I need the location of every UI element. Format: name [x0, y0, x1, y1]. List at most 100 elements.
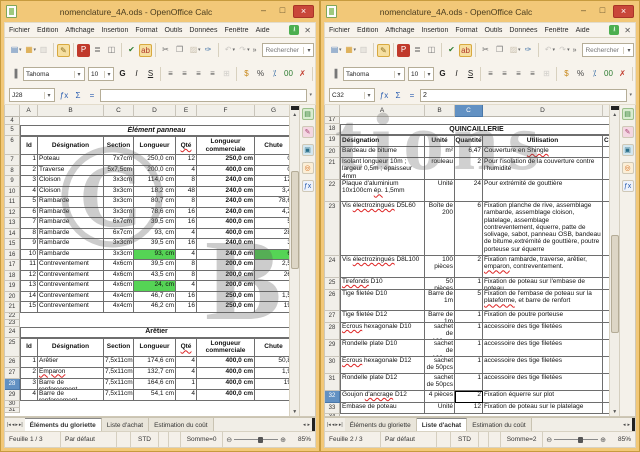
cell[interactable]: rouleau [425, 158, 455, 180]
cell[interactable]: 240,0 cm [197, 197, 255, 208]
zoom-out-icon[interactable]: ⊖ [546, 436, 552, 444]
cut-button[interactable]: ✂ [479, 44, 492, 57]
sheet-tab-1[interactable]: Éléments du gloriette [345, 418, 417, 431]
cell[interactable]: 5 [20, 197, 38, 208]
expand-formula-bar-icon[interactable]: ▾ [309, 92, 312, 98]
sum-icon[interactable]: Σ [72, 91, 84, 100]
menu-item-format[interactable]: Format [135, 27, 157, 34]
cell[interactable]: 50 pièces [425, 278, 455, 290]
cell[interactable]: 3x3cm [104, 197, 134, 208]
cell[interactable]: Fixation planche de rive, assemblage ram… [483, 202, 603, 256]
chevron-down-icon[interactable]: ▾ [74, 71, 83, 78]
cell[interactable]: 400,0 cm [197, 379, 255, 390]
row-header-5[interactable]: 5 [5, 125, 20, 136]
cell[interactable]: 1 [455, 278, 483, 290]
bold-button[interactable]: G [116, 68, 129, 81]
row-header-6[interactable]: 6 [5, 136, 20, 155]
row-header-31[interactable]: 31 [5, 408, 20, 413]
cell[interactable]: Fixation de poteau sur le platelage [483, 403, 603, 414]
sidebar-toggle-icon[interactable]: ▐ [8, 68, 21, 81]
cut-button[interactable]: ✂ [159, 44, 172, 57]
row-header-26[interactable]: 26 [325, 290, 340, 311]
cell[interactable]: 250,0 cm [197, 302, 255, 313]
scroll-right-icon[interactable]: ▸ [627, 422, 630, 428]
chevron-down-icon[interactable]: ▾ [339, 47, 342, 53]
cell-reference-input[interactable] [10, 92, 44, 99]
search-box[interactable]: ▾ [582, 43, 634, 57]
row-header-28[interactable]: 28 [5, 379, 20, 390]
cell[interactable]: 4x6cm [104, 271, 134, 282]
scrollbar-thumb[interactable] [291, 171, 299, 269]
cell[interactable]: Désignation [38, 136, 104, 155]
cell[interactable]: 24 [455, 180, 483, 202]
column-header-E[interactable]: E [176, 105, 197, 117]
font-name-combobox[interactable]: ▾ [23, 67, 85, 81]
cell[interactable]: Vis électrozingués D8L100 [340, 256, 425, 278]
menu-item-fentre[interactable]: Fenêtre [544, 27, 568, 34]
cell[interactable]: Embase de poteau [340, 403, 425, 414]
scroll-up-icon[interactable]: ▲ [292, 111, 297, 119]
menu-item-fichier[interactable]: Fichier [329, 27, 350, 34]
cell[interactable]: Traverse [38, 166, 104, 177]
cell[interactable]: 80,7 cm [134, 197, 176, 208]
cell[interactable]: 16 [176, 208, 197, 219]
styles-icon[interactable]: ✎ [622, 126, 634, 138]
chevron-down-icon[interactable]: ▾ [303, 47, 313, 54]
cell[interactable]: 3 [20, 176, 38, 187]
edit-mode-button[interactable]: ✎ [57, 44, 70, 57]
cell[interactable]: 7,5x11cm [104, 390, 134, 401]
page-preview-button[interactable]: ◫ [105, 44, 118, 57]
cell[interactable]: 2,5 [255, 260, 289, 271]
cell[interactable]: 50,8 [255, 357, 289, 368]
number-percent-button[interactable]: % [574, 68, 587, 81]
cell[interactable]: 4 [176, 357, 197, 368]
row-header-26[interactable]: 26 [5, 357, 20, 368]
cell[interactable]: Vis électrozingués D5L60 [340, 202, 425, 256]
menu-item-outils[interactable]: Outils [165, 27, 183, 34]
chevron-down-icon[interactable]: ▾ [44, 92, 53, 99]
row-header-17[interactable]: 17 [325, 117, 340, 124]
align-center-button[interactable]: ≡ [178, 68, 191, 81]
zoom-thumb[interactable] [258, 437, 263, 443]
cell[interactable]: 12 [455, 403, 483, 414]
chevron-down-icon[interactable]: ▾ [394, 71, 403, 78]
cell[interactable]: Unité [425, 403, 455, 414]
navigator-icon[interactable]: ◎ [622, 162, 634, 174]
cell[interactable]: Barre de renforcement [38, 379, 104, 390]
cell-reference-box[interactable]: ▾ [329, 88, 375, 102]
menu-item-donnes[interactable]: Données [509, 27, 537, 34]
align-justify-button[interactable]: ≡ [206, 68, 219, 81]
row-header-9[interactable]: 9 [5, 176, 20, 187]
equals-icon[interactable]: = [86, 91, 98, 100]
cell[interactable]: 46,7 cm [134, 292, 176, 303]
undo-button[interactable]: ↶ [542, 44, 555, 57]
cell[interactable]: 16 [176, 239, 197, 250]
cell[interactable]: 39,5 cm [134, 239, 176, 250]
spelling-button[interactable]: ✔ [445, 44, 458, 57]
menu-item-donnes[interactable]: Données [189, 27, 217, 34]
cell[interactable]: Rambarde [38, 197, 104, 208]
cell[interactable]: 7,5x11cm [104, 379, 134, 390]
close-document-button[interactable]: ✕ [624, 26, 631, 35]
first-sheet-icon[interactable]: |◂ [7, 422, 11, 428]
row-header-4[interactable]: 4 [5, 117, 20, 125]
cell[interactable]: 12 [255, 176, 289, 187]
cell[interactable]: Unité [425, 135, 455, 147]
cell[interactable]: 7,5x11cm [104, 368, 134, 379]
auto-spellcheck-button[interactable]: ab [139, 44, 152, 57]
vertical-scrollbar[interactable]: ▲ ▼ [289, 105, 299, 416]
first-sheet-icon[interactable]: |◂ [327, 422, 331, 428]
cell[interactable]: 8 [176, 260, 197, 271]
export-pdf-button[interactable]: P [397, 44, 410, 57]
cell[interactable]: Tige filetée D10 [340, 290, 425, 311]
zoom-out-icon[interactable]: ⊖ [226, 436, 232, 444]
section-title-cell[interactable]: Arêtier [20, 327, 289, 338]
row-header-20[interactable]: 20 [5, 292, 20, 303]
italic-button[interactable]: I [450, 68, 463, 81]
number-percent-button[interactable]: % [254, 68, 267, 81]
search-input[interactable] [583, 47, 623, 54]
cell[interactable]: 3x3cm [104, 250, 134, 261]
spreadsheet-grid[interactable]: ABCDEFG45Élément panneau6IdDésignationSe… [5, 105, 289, 416]
edit-mode-button[interactable]: ✎ [377, 44, 390, 57]
cell[interactable]: 5x7,5cm [104, 166, 134, 177]
